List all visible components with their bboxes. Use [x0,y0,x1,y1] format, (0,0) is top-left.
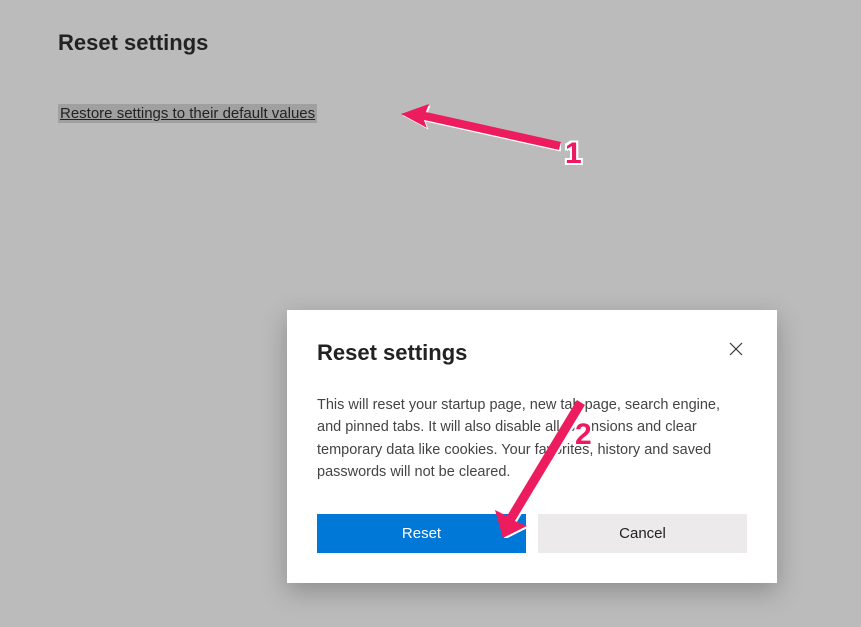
dialog-buttons: Reset Cancel [317,514,747,553]
dialog-header: Reset settings [317,340,747,366]
reset-settings-dialog: Reset settings This will reset your star… [287,310,777,583]
reset-button[interactable]: Reset [317,514,526,553]
cancel-button[interactable]: Cancel [538,514,747,553]
restore-settings-link[interactable]: Restore settings to their default values [58,104,317,123]
close-button[interactable] [725,340,747,362]
dialog-title: Reset settings [317,340,467,366]
close-icon [729,342,743,356]
annotation-label-1: 1 [565,137,582,171]
dialog-body-text: This will reset your startup page, new t… [317,394,747,484]
annotation-arrow-1 [401,104,561,152]
page-title: Reset settings [0,0,861,56]
